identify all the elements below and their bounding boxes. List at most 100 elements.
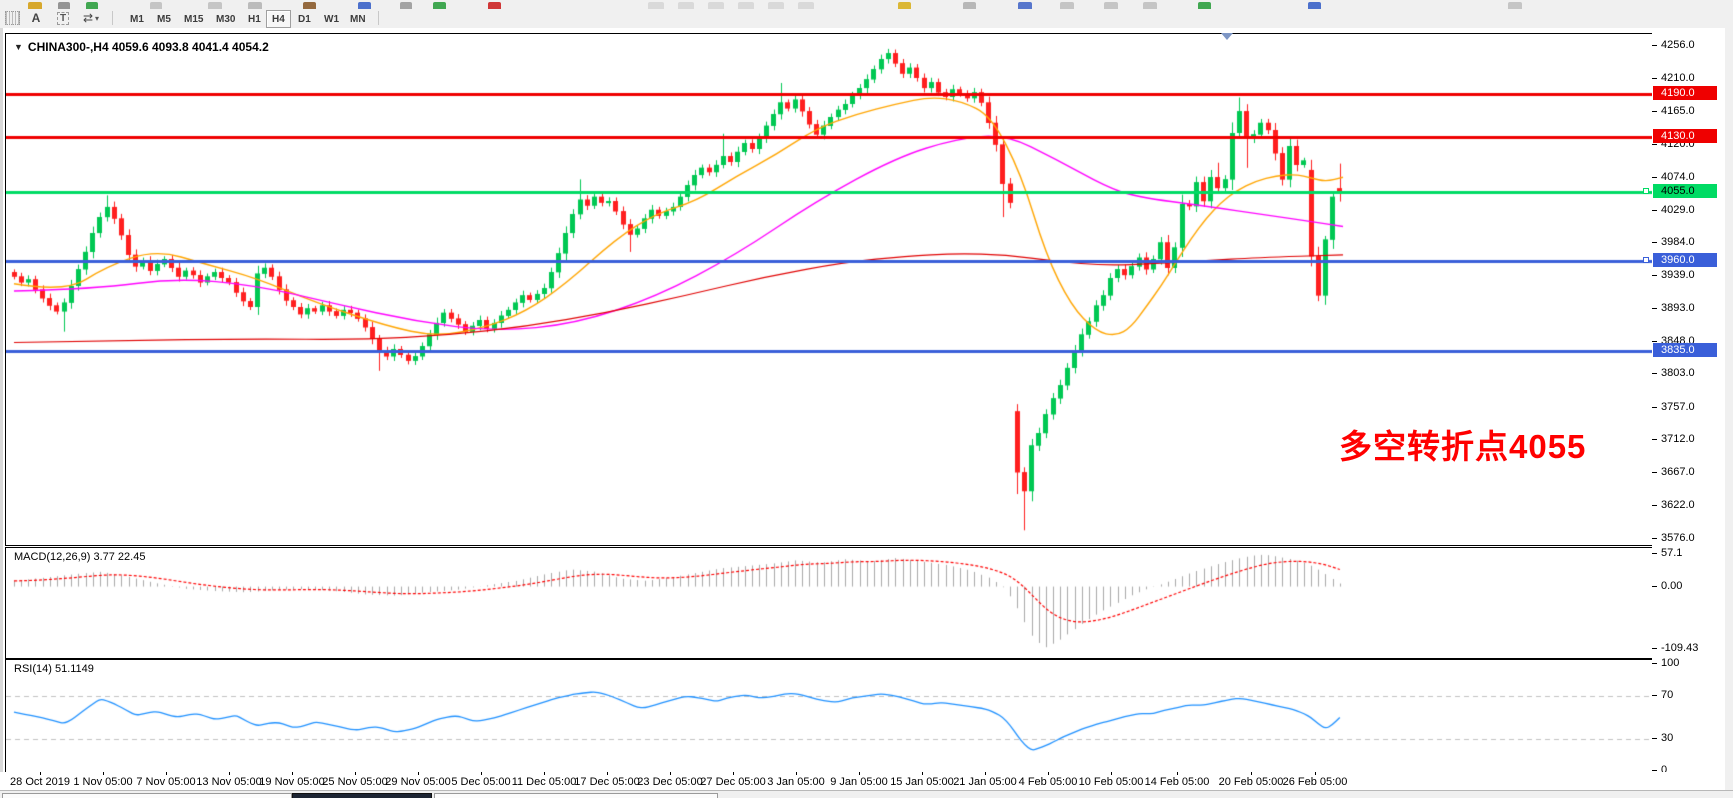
time-label: 9 Jan 05:00 bbox=[830, 776, 888, 788]
chevron-down-icon: ▾ bbox=[95, 14, 99, 23]
time-label: 17 Dec 05:00 bbox=[574, 776, 639, 788]
macd-tick: -109.43 bbox=[1661, 642, 1698, 654]
price-level-badge[interactable]: 4130.0 bbox=[1653, 129, 1717, 143]
chart-shift-marker-icon[interactable] bbox=[1221, 33, 1233, 40]
macd-label: MACD(12,26,9) 3.77 22.45 bbox=[14, 551, 145, 563]
time-tickmark bbox=[985, 772, 986, 775]
text-label-icon: T bbox=[57, 12, 69, 25]
price-tick-tickmark bbox=[1652, 505, 1657, 506]
time-label: 5 Dec 05:00 bbox=[451, 776, 510, 788]
rsi-tick: 30 bbox=[1661, 732, 1673, 744]
chart-dropdown-icon[interactable]: ▼ bbox=[14, 42, 23, 52]
rsi-label: RSI(14) 51.1149 bbox=[14, 663, 94, 675]
mt4-application-window: A T ⇄▾ M1 M5 M15 M30 H1 H4 D1 W1 MN ▼ CH… bbox=[0, 0, 1733, 798]
price-tick: 3939.0 bbox=[1661, 269, 1695, 281]
price-tick: 4256.0 bbox=[1661, 39, 1695, 51]
window-right-edge bbox=[1725, 28, 1733, 790]
cycle-arrows-icon: ⇄ bbox=[83, 11, 93, 25]
price-tick-tickmark bbox=[1652, 210, 1657, 211]
timeframe-h4-button[interactable]: H4 bbox=[266, 10, 291, 28]
level-line-handle[interactable] bbox=[1643, 188, 1649, 194]
price-tick-tickmark bbox=[1652, 308, 1657, 309]
crosshair-grid-tool-button[interactable] bbox=[3, 10, 21, 26]
time-tickmark bbox=[166, 772, 167, 775]
time-tickmark bbox=[1048, 772, 1049, 775]
time-label: 13 Nov 05:00 bbox=[196, 776, 261, 788]
bottom-panel-box[interactable] bbox=[2, 793, 292, 798]
price-tick-tickmark bbox=[1652, 341, 1657, 342]
timeframe-m1-button[interactable]: M1 bbox=[124, 10, 150, 28]
price-level-badge[interactable]: 4055.0 bbox=[1653, 184, 1717, 198]
price-level-badge[interactable]: 3835.0 bbox=[1653, 343, 1717, 357]
price-tick: 4074.0 bbox=[1661, 171, 1695, 183]
time-tickmark bbox=[544, 772, 545, 775]
rsi-tick-tickmark bbox=[1652, 695, 1657, 696]
macd-tick-tickmark bbox=[1652, 648, 1657, 649]
time-tickmark bbox=[733, 772, 734, 775]
time-label: 29 Nov 05:00 bbox=[385, 776, 450, 788]
timeframe-m5-button[interactable]: M5 bbox=[151, 10, 177, 28]
timeframe-h1-button[interactable]: H1 bbox=[242, 10, 267, 28]
price-tick: 4029.0 bbox=[1661, 204, 1695, 216]
time-tickmark bbox=[922, 772, 923, 775]
font-tool-button[interactable]: A bbox=[28, 10, 44, 26]
text-label-tool-button[interactable]: T bbox=[54, 10, 72, 26]
time-label: 26 Feb 05:00 bbox=[1283, 776, 1348, 788]
price-tick: 4165.0 bbox=[1661, 105, 1695, 117]
macd-tick: 0.00 bbox=[1661, 580, 1682, 592]
time-label: 1 Nov 05:00 bbox=[73, 776, 132, 788]
time-tickmark bbox=[607, 772, 608, 775]
rsi-tick: 100 bbox=[1661, 657, 1679, 669]
price-tick: 3803.0 bbox=[1661, 367, 1695, 379]
rsi-canvas[interactable] bbox=[6, 660, 1653, 773]
chart-title: ▼ CHINA300-,H4 4059.6 4093.8 4041.4 4054… bbox=[14, 40, 269, 54]
time-axis[interactable]: 28 Oct 20191 Nov 05:007 Nov 05:0013 Nov … bbox=[0, 772, 1733, 790]
price-tick: 3984.0 bbox=[1661, 236, 1695, 248]
bottom-panel-box[interactable] bbox=[434, 793, 718, 798]
toolbar-separator bbox=[112, 11, 113, 25]
timeframe-m30-button[interactable]: M30 bbox=[210, 10, 241, 28]
timeframe-d1-button[interactable]: D1 bbox=[292, 10, 317, 28]
bottom-tab-selected[interactable] bbox=[292, 793, 432, 798]
time-label: 3 Jan 05:00 bbox=[767, 776, 825, 788]
time-tickmark bbox=[796, 772, 797, 775]
price-level-badge[interactable]: 4190.0 bbox=[1653, 86, 1717, 100]
price-tick: 3712.0 bbox=[1661, 433, 1695, 445]
price-tick-tickmark bbox=[1652, 242, 1657, 243]
time-tickmark bbox=[418, 772, 419, 775]
price-tick: 3622.0 bbox=[1661, 499, 1695, 511]
time-label: 15 Jan 05:00 bbox=[890, 776, 954, 788]
price-axis[interactable]: 4256.04210.04165.04120.04074.04029.03984… bbox=[1652, 28, 1725, 772]
price-level-badge[interactable]: 3960.0 bbox=[1653, 253, 1717, 267]
time-label: 4 Feb 05:00 bbox=[1019, 776, 1078, 788]
time-label: 14 Feb 05:00 bbox=[1145, 776, 1210, 788]
price-tick-tickmark bbox=[1652, 45, 1657, 46]
price-tick-tickmark bbox=[1652, 177, 1657, 178]
toolbar-separator bbox=[378, 11, 379, 25]
indicator-cycle-tool-button[interactable]: ⇄▾ bbox=[78, 10, 104, 26]
time-tickmark bbox=[40, 772, 41, 775]
time-label: 25 Nov 05:00 bbox=[322, 776, 387, 788]
timeframe-m15-button[interactable]: M15 bbox=[178, 10, 209, 28]
time-label: 7 Nov 05:00 bbox=[136, 776, 195, 788]
level-line-handle[interactable] bbox=[1643, 257, 1649, 263]
price-tick-tickmark bbox=[1652, 472, 1657, 473]
chart-title-text: CHINA300-,H4 4059.6 4093.8 4041.4 4054.2 bbox=[28, 40, 269, 54]
time-tickmark bbox=[103, 772, 104, 775]
time-label: 20 Feb 05:00 bbox=[1219, 776, 1284, 788]
price-tick: 3893.0 bbox=[1661, 302, 1695, 314]
main-chart-canvas[interactable] bbox=[6, 34, 1653, 545]
timeframe-mn-button[interactable]: MN bbox=[344, 10, 372, 28]
price-tick-tickmark bbox=[1652, 78, 1657, 79]
time-tickmark bbox=[481, 772, 482, 775]
macd-indicator-panel: MACD(12,26,9) 3.77 22.45 bbox=[5, 547, 1654, 659]
timeframe-w1-button[interactable]: W1 bbox=[318, 10, 345, 28]
time-label: 21 Jan 05:00 bbox=[953, 776, 1017, 788]
time-label: 11 Dec 05:00 bbox=[512, 776, 577, 788]
chart-toolbar: A T ⇄▾ M1 M5 M15 M30 H1 H4 D1 W1 MN bbox=[0, 9, 1733, 29]
time-tickmark bbox=[670, 772, 671, 775]
macd-tick-tickmark bbox=[1652, 553, 1657, 554]
macd-canvas[interactable] bbox=[6, 548, 1653, 658]
price-tick-tickmark bbox=[1652, 275, 1657, 276]
price-tick-tickmark bbox=[1652, 439, 1657, 440]
